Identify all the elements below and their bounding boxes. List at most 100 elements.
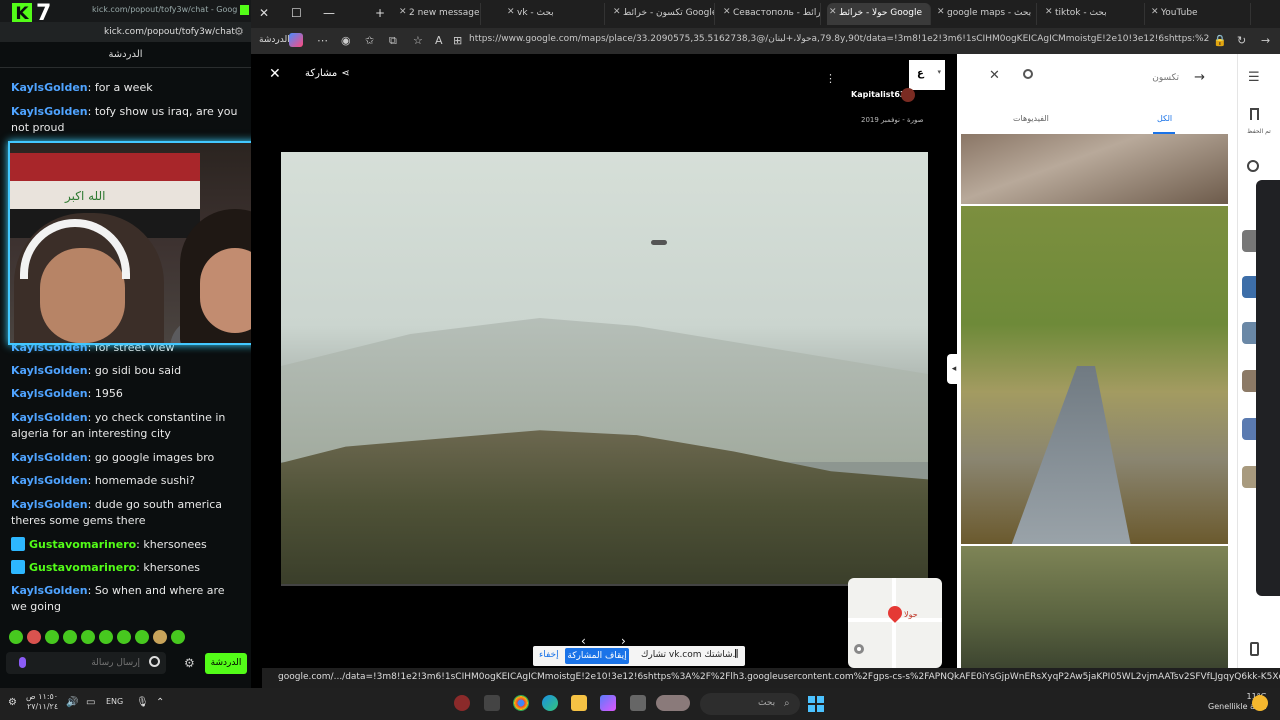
browser-tab[interactable]: ✕ vk - بحث — [505, 3, 605, 25]
chevron-up-icon[interactable]: ⌃ — [156, 697, 164, 708]
emote-icon[interactable] — [27, 630, 41, 644]
emote-icon[interactable] — [63, 630, 77, 644]
chat-settings-icon[interactable]: ⚙ — [184, 656, 195, 670]
reload-icon[interactable]: ↻ — [1237, 34, 1246, 47]
chat-send-button[interactable]: الدردشة — [205, 653, 247, 674]
chat-username[interactable]: Gustavomarinero — [29, 538, 136, 551]
author-avatar[interactable] — [901, 88, 915, 102]
url-field[interactable]: https://www.google.com/maps/place/حولا،+… — [469, 34, 1209, 44]
minimize-icon[interactable]: — — [323, 6, 335, 20]
chat-username[interactable]: KaylsGolden — [11, 387, 88, 400]
avatar-icon[interactable]: ◉ — [341, 34, 351, 47]
emote-icon[interactable] — [171, 630, 185, 644]
close-icon[interactable]: ✕ — [269, 66, 281, 82]
read-aloud-icon[interactable]: A — [435, 34, 443, 47]
emote-icon[interactable] — [99, 630, 113, 644]
bookmark-icon[interactable] — [1250, 108, 1259, 120]
side-scroll-panel[interactable] — [1256, 180, 1280, 596]
profile-icon[interactable] — [289, 33, 303, 47]
mic-icon[interactable] — [19, 657, 26, 668]
chat-input[interactable] — [30, 655, 140, 671]
photo-thumbnail[interactable] — [961, 546, 1228, 668]
task-view-icon[interactable] — [630, 695, 646, 711]
search-input[interactable] — [1039, 69, 1179, 87]
forward-icon[interactable]: → — [1261, 34, 1270, 47]
back-arrow-icon[interactable]: → — [1194, 70, 1205, 85]
browser-tab[interactable]: ✕Севастополь - خرائط — [721, 3, 821, 25]
chat-username[interactable]: KaylsGolden — [11, 81, 88, 94]
emote-icon[interactable] — [117, 630, 131, 644]
volume-icon[interactable]: 🔊 — [66, 697, 78, 708]
widgets-icon[interactable] — [656, 695, 690, 711]
favorites-icon[interactable]: ✩ — [365, 34, 374, 47]
chat-username[interactable]: KaylsGolden — [11, 411, 88, 424]
browser-tab-active[interactable]: ✕ حولا - خرائط Google — [827, 3, 931, 25]
tab-videos[interactable]: الفيديوهات — [1013, 114, 1049, 123]
chat-message: KaylsGolden: go sidi bou said — [11, 364, 182, 377]
chat-username[interactable]: KaylsGolden — [11, 474, 88, 487]
chat-message: Gustavomarinero: khersonees — [11, 537, 241, 553]
settings-icon[interactable]: ⚙ — [8, 697, 17, 708]
more-vert-icon[interactable]: ⋮ — [825, 72, 836, 85]
history-icon[interactable] — [1247, 160, 1259, 172]
language-select[interactable]: ▾ ع — [909, 60, 945, 90]
photo-thumbnail[interactable] — [961, 206, 1228, 544]
minimap[interactable]: حولا — [848, 578, 942, 668]
stop-sharing-button[interactable]: إيقاف المشاركة — [565, 648, 629, 664]
file-explorer-icon[interactable] — [571, 695, 587, 711]
network-icon[interactable]: ▭ — [86, 697, 95, 708]
chrome-icon[interactable] — [513, 695, 529, 711]
menu-icon[interactable]: ☰ — [1248, 70, 1260, 85]
language-indicator[interactable]: ENG — [106, 697, 123, 706]
edge-icon[interactable] — [542, 695, 558, 711]
photo-thumbnail[interactable] — [961, 134, 1228, 204]
browser-tab[interactable]: ✕ YouTube — [1149, 3, 1251, 25]
kick-address-bar[interactable]: kick.com/popout/tofy3w/chat ⚙ — [0, 22, 251, 42]
browser-tab[interactable]: ✕ google maps - بحث — [935, 3, 1037, 25]
new-tab-icon[interactable]: + — [375, 6, 385, 20]
mic-tray-icon[interactable]: 🎙 — [136, 697, 149, 708]
chat-username[interactable]: KaylsGolden — [11, 105, 88, 118]
browser-tab[interactable]: ✕ تكسون - خرائط Google — [611, 3, 715, 25]
chat-text: 1956 — [94, 387, 123, 400]
settings-icon[interactable]: ⚙ — [234, 25, 244, 38]
chat-message: KaylsGolden: go google images bro — [11, 451, 215, 464]
street-photo[interactable] — [281, 152, 928, 586]
chat-username[interactable]: KaylsGolden — [11, 498, 88, 511]
emote-icon[interactable] — [153, 630, 167, 644]
emote-icon[interactable] — [9, 630, 23, 644]
emote-icon[interactable] — [135, 630, 149, 644]
photo-viewer: ✕ مشاركة ⋖ ⋮ ▾ ع Kapitalist63 صورة - نوفمب… — [251, 54, 961, 668]
chat-username[interactable]: KaylsGolden — [11, 584, 88, 597]
chat-username[interactable]: Gustavomarinero — [29, 561, 136, 574]
chat-username[interactable]: KaylsGolden — [11, 364, 88, 377]
star-icon[interactable]: ☆ — [413, 34, 423, 47]
site-info-icon[interactable]: ⊞ — [453, 34, 462, 47]
photo-progress — [281, 584, 928, 586]
obs-icon[interactable] — [454, 695, 470, 711]
share-button[interactable]: مشاركة ⋖ — [305, 68, 350, 79]
store-icon[interactable] — [484, 695, 500, 711]
copilot-icon[interactable] — [600, 695, 616, 711]
clear-search-icon[interactable]: ✕ — [989, 68, 1000, 83]
emote-icon[interactable] — [81, 630, 95, 644]
windows-start-icon[interactable] — [808, 696, 824, 712]
photo-author[interactable]: Kapitalist63 — [851, 90, 906, 99]
maximize-icon[interactable]: ☐ — [291, 6, 302, 20]
browser-tab[interactable]: ✕ 2 new message — [397, 3, 481, 25]
lock-icon[interactable]: 🔒 — [1213, 34, 1227, 47]
browser-tab[interactable]: ✕ tiktok - بحث — [1043, 3, 1145, 25]
close-window-icon[interactable]: ✕ — [259, 6, 269, 20]
location-icon[interactable] — [854, 644, 864, 654]
tab-all[interactable]: الكل — [1157, 114, 1172, 123]
hide-button[interactable]: إخفاء — [539, 650, 559, 660]
extensions-icon[interactable]: ⧉ — [389, 34, 397, 48]
phone-icon[interactable] — [1250, 642, 1259, 656]
more-options-icon[interactable]: ⋯ — [317, 34, 328, 47]
taskbar-search[interactable]: بحث ⌕ — [700, 693, 800, 715]
clock[interactable]: ١١:٥٠ ص ٢٧/١١/٢٤ — [26, 692, 58, 712]
search-icon[interactable] — [1023, 69, 1033, 79]
chat-username[interactable]: KaylsGolden — [11, 451, 88, 464]
emoji-icon[interactable] — [149, 656, 160, 667]
emote-icon[interactable] — [45, 630, 59, 644]
